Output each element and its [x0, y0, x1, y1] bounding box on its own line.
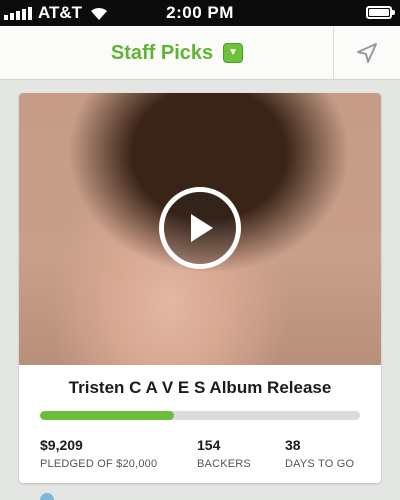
play-button[interactable]	[159, 187, 241, 269]
stat-value: 38	[285, 437, 301, 453]
stat-value: $9,209	[40, 437, 83, 453]
stat-label: DAYS TO GO	[285, 458, 355, 470]
play-icon	[191, 214, 213, 242]
funding-progress-fill	[40, 411, 175, 420]
location-button[interactable]	[334, 26, 400, 80]
stat-label: BACKERS	[197, 458, 251, 470]
battery-icon	[366, 6, 395, 19]
status-time: 2:00 PM	[166, 3, 234, 22]
category-selector[interactable]: Staff Picks ▼	[0, 26, 354, 80]
stat-backers: 154 BACKERS	[197, 437, 251, 470]
project-image	[19, 93, 381, 365]
project-card[interactable]: Tristen C A V E S Album Release $9,209 P…	[19, 93, 381, 483]
stat-value: 154	[197, 437, 221, 453]
nav-title: Staff Picks	[110, 41, 214, 64]
stat-pledged: $9,209 PLEDGED OF $20,000	[40, 437, 157, 470]
stat-days-to-go: 38 DAYS TO GO	[285, 437, 354, 470]
stat-label: PLEDGED OF $20,000	[40, 458, 158, 470]
chevron-down-icon: ▼	[223, 43, 244, 63]
nav-bar: Staff Picks ▼	[0, 26, 400, 80]
location-arrow-icon	[357, 43, 377, 63]
funding-progress-bar	[40, 411, 360, 420]
next-card-peek	[40, 493, 54, 500]
status-bar: AT&T 2:00 PM	[0, 0, 400, 26]
project-title: Tristen C A V E S Album Release	[68, 378, 332, 397]
